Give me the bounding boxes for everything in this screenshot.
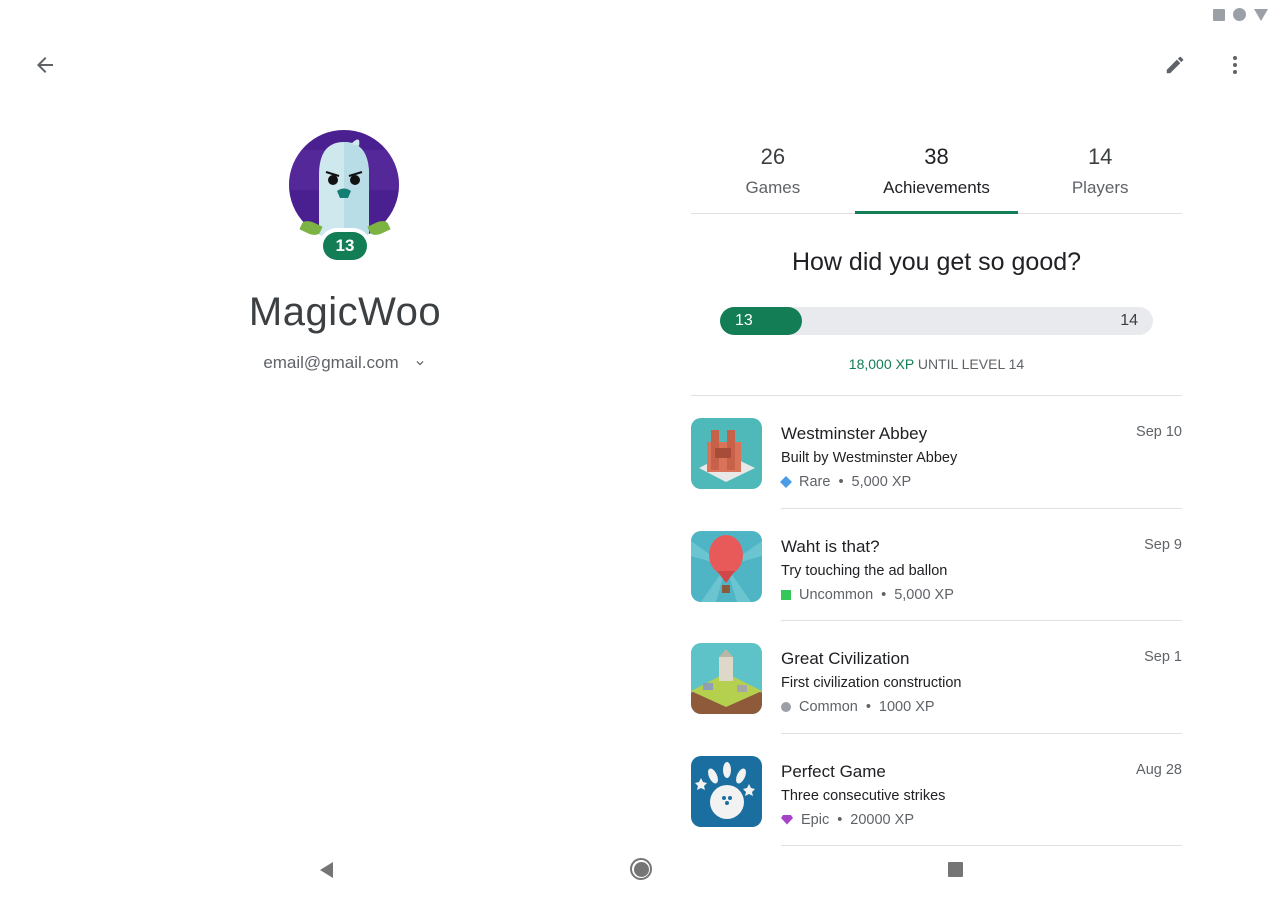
pencil-icon xyxy=(1166,56,1184,74)
achievement-description: Three consecutive strikes xyxy=(781,787,946,804)
civilization-thumbnail xyxy=(691,643,762,714)
xp-until-label: 18,000 XP UNTIL LEVEL 14 xyxy=(691,356,1182,372)
rarity-label: Common xyxy=(799,699,858,715)
achievement-list: Westminster Abbey Built by Westminster A… xyxy=(691,396,1182,846)
chevron-down-icon xyxy=(416,361,424,366)
account-switcher[interactable]: email@gmail.com xyxy=(263,353,426,373)
achievement-description: Built by Westminster Abbey xyxy=(781,450,958,466)
xp-value: 20000 XP xyxy=(850,811,914,828)
arrow-back-icon xyxy=(37,57,53,73)
avatar-container: 13 xyxy=(289,130,401,270)
westminster-abbey-thumbnail xyxy=(691,418,762,489)
stats-tabs: 26 Games 38 Achievements 14 Players xyxy=(691,130,1182,214)
tab-count: 14 xyxy=(1087,144,1113,169)
achievement-date: Sep 1 xyxy=(1144,649,1182,665)
achievement-item[interactable]: Great Civilization First civilization co… xyxy=(691,621,1182,734)
tab-label: Games xyxy=(745,178,801,197)
separator-dot: • xyxy=(881,586,887,603)
rarity-label: Rare xyxy=(799,474,831,490)
achievement-date: Aug 28 xyxy=(1136,761,1182,778)
tab-label: Achievements xyxy=(883,178,990,197)
hot-air-balloon-thumbnail xyxy=(691,530,762,602)
achievement-meta: Rare • 5,000 XP xyxy=(779,474,912,490)
next-level: 14 xyxy=(1120,312,1138,329)
tab-achievements[interactable]: 38 Achievements xyxy=(854,130,1019,214)
tab-count: 38 xyxy=(924,144,949,169)
username: MagicWoo xyxy=(248,290,442,334)
rarity-label: Uncommon xyxy=(799,586,874,603)
achievement-title: Waht is that? xyxy=(781,536,880,556)
achievement-date: Sep 10 xyxy=(1136,424,1182,440)
uncommon-square-icon xyxy=(781,589,791,600)
separator-dot: • xyxy=(837,811,843,828)
divider xyxy=(781,845,1182,846)
progress-headline: How did you get so good? xyxy=(791,248,1082,276)
triangle-icon xyxy=(1254,8,1268,21)
status-bar xyxy=(1213,8,1268,21)
nav-home-icon[interactable] xyxy=(630,858,652,880)
achievement-description: First civilization construction xyxy=(781,675,962,691)
edit-button[interactable] xyxy=(1155,45,1195,85)
level-progress-bar: 13 14 xyxy=(720,307,1153,335)
rarity-label: Epic xyxy=(801,811,830,828)
back-button[interactable] xyxy=(25,45,65,85)
achievement-title: Perfect Game xyxy=(781,761,886,781)
level-badge-value: 13 xyxy=(323,232,367,260)
achievement-meta: Epic • 20000 XP xyxy=(781,812,914,828)
xp-amount: 18,000 XP xyxy=(848,356,914,372)
tab-players[interactable]: 14 Players xyxy=(1018,130,1182,213)
epic-gem-icon xyxy=(781,814,793,825)
level-progress-fill xyxy=(720,307,803,335)
achievement-item[interactable]: Waht is that? Try touching the ad ballon… xyxy=(691,509,1182,621)
email-label: email@gmail.com xyxy=(263,353,399,372)
achievement-meta: Common • 1000 XP xyxy=(781,699,935,715)
achievement-title: Westminster Abbey xyxy=(781,424,928,443)
more-options-button[interactable] xyxy=(1215,45,1255,85)
achievement-item[interactable]: Westminster Abbey Built by Westminster A… xyxy=(691,396,1182,509)
tab-label: Players xyxy=(1071,178,1129,197)
xp-value: 5,000 XP xyxy=(894,586,954,603)
more-vert-icon xyxy=(1233,56,1237,74)
achievement-meta: Uncommon • 5,000 XP xyxy=(781,587,954,603)
profile-panel: 13 MagicWoo email@gmail.com xyxy=(200,130,490,373)
achievement-title: Great Civilization xyxy=(781,649,910,668)
nav-recents-icon[interactable] xyxy=(948,862,963,877)
xp-suffix: UNTIL LEVEL 14 xyxy=(913,356,1025,372)
bowling-thumbnail xyxy=(691,755,762,827)
achievement-item[interactable]: Perfect Game Three consecutive strikes E… xyxy=(691,734,1182,846)
tab-count: 26 xyxy=(760,144,786,169)
separator-dot: • xyxy=(865,699,871,715)
nav-back-icon[interactable] xyxy=(320,862,333,878)
tab-games[interactable]: 26 Games xyxy=(691,130,855,213)
common-circle-icon xyxy=(781,702,791,712)
achievement-description: Try touching the ad ballon xyxy=(781,562,948,579)
level-badge: 13 xyxy=(319,228,371,264)
circle-icon xyxy=(1233,8,1246,21)
xp-value: 1000 XP xyxy=(878,699,935,715)
achievement-date: Sep 9 xyxy=(1144,536,1182,553)
square-icon xyxy=(1213,8,1225,21)
current-level: 13 xyxy=(735,312,753,329)
xp-value: 5,000 XP xyxy=(851,474,912,490)
system-nav-bar xyxy=(0,850,1280,890)
achievements-panel: 26 Games 38 Achievements 14 Players How … xyxy=(691,130,1182,846)
separator-dot: • xyxy=(838,474,844,490)
rare-diamond-icon xyxy=(779,475,793,489)
